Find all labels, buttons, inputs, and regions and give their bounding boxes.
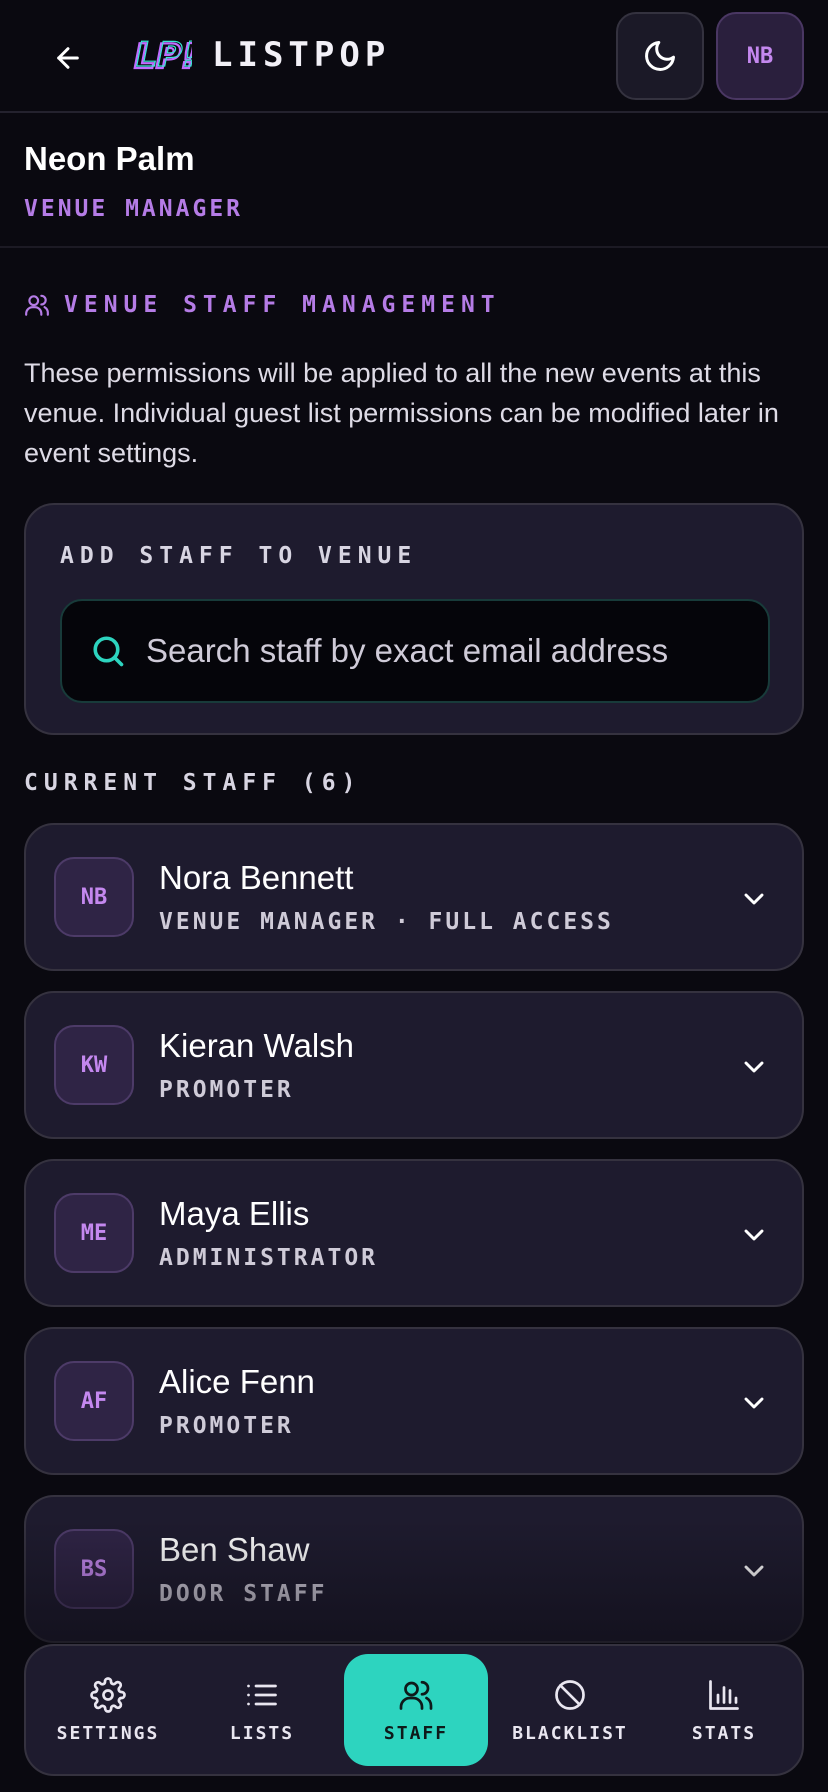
staff-role: DOOR STAFF xyxy=(159,1581,328,1607)
nav-label: BLACKLIST xyxy=(512,1722,628,1744)
nav-blacklist[interactable]: BLACKLIST xyxy=(498,1654,642,1766)
staff-name: Kieran Walsh xyxy=(159,1027,355,1064)
venue-role: VENUE MANAGER xyxy=(24,196,244,222)
staff-search-box[interactable] xyxy=(60,599,770,703)
staff-avatar: BS xyxy=(54,1529,134,1609)
chevron-down-icon[interactable] xyxy=(738,1387,770,1419)
chevron-down-icon[interactable] xyxy=(738,1219,770,1251)
users-icon xyxy=(25,294,49,316)
users-icon xyxy=(399,1680,433,1710)
venue-name: Neon Palm xyxy=(24,140,195,177)
top-bar: LP! LP! LISTPOP NB xyxy=(0,0,828,113)
staff-card[interactable]: ME Maya Ellis ADMINISTRATOR xyxy=(24,1159,804,1307)
app-screen: LP! LP! LISTPOP NB Neon Palm VENUE MANAG… xyxy=(0,0,828,1792)
nav-lists[interactable]: LISTS xyxy=(190,1654,334,1766)
nav-staff[interactable]: STAFF xyxy=(344,1654,488,1766)
nav-stats[interactable]: STATS xyxy=(652,1654,796,1766)
bar-chart-icon xyxy=(709,1679,739,1710)
section-heading-text: VENUE STAFF MANAGEMENT xyxy=(64,292,501,318)
theme-toggle-button[interactable] xyxy=(616,12,704,100)
nav-label: LISTS xyxy=(229,1722,295,1744)
staff-avatar: KW xyxy=(54,1025,134,1105)
staff-name: Nora Bennett xyxy=(159,859,354,896)
gear-icon xyxy=(90,1676,126,1713)
section-heading: VENUE STAFF MANAGEMENT xyxy=(24,292,501,318)
staff-card[interactable]: KW Kieran Walsh PROMOTER xyxy=(24,991,804,1139)
add-staff-card: ADD STAFF TO VENUE xyxy=(24,503,804,735)
nav-label: STAFF xyxy=(383,1722,449,1744)
brand-name: LISTPOP xyxy=(212,35,391,75)
staff-name: Maya Ellis xyxy=(159,1195,310,1232)
list-icon xyxy=(247,1684,277,1705)
staff-search-input[interactable] xyxy=(146,601,768,701)
staff-card[interactable]: BS Ben Shaw DOOR STAFF xyxy=(24,1495,804,1643)
back-button[interactable] xyxy=(44,34,92,82)
bottom-nav: SETTINGS LISTS STAFF BLACKLIST STATS xyxy=(24,1644,804,1776)
nav-label: STATS xyxy=(691,1722,757,1744)
staff-avatar: ME xyxy=(54,1193,134,1273)
search-icon xyxy=(93,636,124,667)
nav-label: SETTINGS xyxy=(56,1722,160,1744)
staff-card[interactable]: NB Nora Bennett VENUE MANAGER · FULL ACC… xyxy=(24,823,804,971)
user-avatar-button[interactable]: NB xyxy=(716,12,804,100)
venue-header: Neon Palm VENUE MANAGER xyxy=(0,115,828,248)
listpop-logo: LP! LP! xyxy=(133,34,192,78)
section-description: These permissions will be applied to all… xyxy=(24,358,779,468)
staff-avatar: AF xyxy=(54,1361,134,1441)
chevron-down-icon[interactable] xyxy=(738,1051,770,1083)
staff-role: ADMINISTRATOR xyxy=(159,1245,379,1271)
svg-text:LP!: LP! xyxy=(136,35,192,75)
staff-avatar: NB xyxy=(54,857,134,937)
staff-role: PROMOTER xyxy=(159,1413,294,1439)
staff-name: Ben Shaw xyxy=(159,1531,310,1568)
moon-icon xyxy=(645,41,675,71)
ban-icon xyxy=(555,1679,585,1710)
staff-name: Alice Fenn xyxy=(159,1363,315,1400)
staff-role: VENUE MANAGER · FULL ACCESS xyxy=(159,909,614,935)
add-staff-title: ADD STAFF TO VENUE xyxy=(60,543,418,569)
chevron-down-icon[interactable] xyxy=(738,883,770,915)
staff-card[interactable]: AF Alice Fenn PROMOTER xyxy=(24,1327,804,1475)
chevron-down-icon[interactable] xyxy=(738,1555,770,1587)
arrow-left-icon xyxy=(57,47,79,69)
staff-role: PROMOTER xyxy=(159,1077,294,1103)
nav-settings[interactable]: SETTINGS xyxy=(36,1654,180,1766)
current-staff-heading: CURRENT STAFF (6) xyxy=(24,770,362,796)
